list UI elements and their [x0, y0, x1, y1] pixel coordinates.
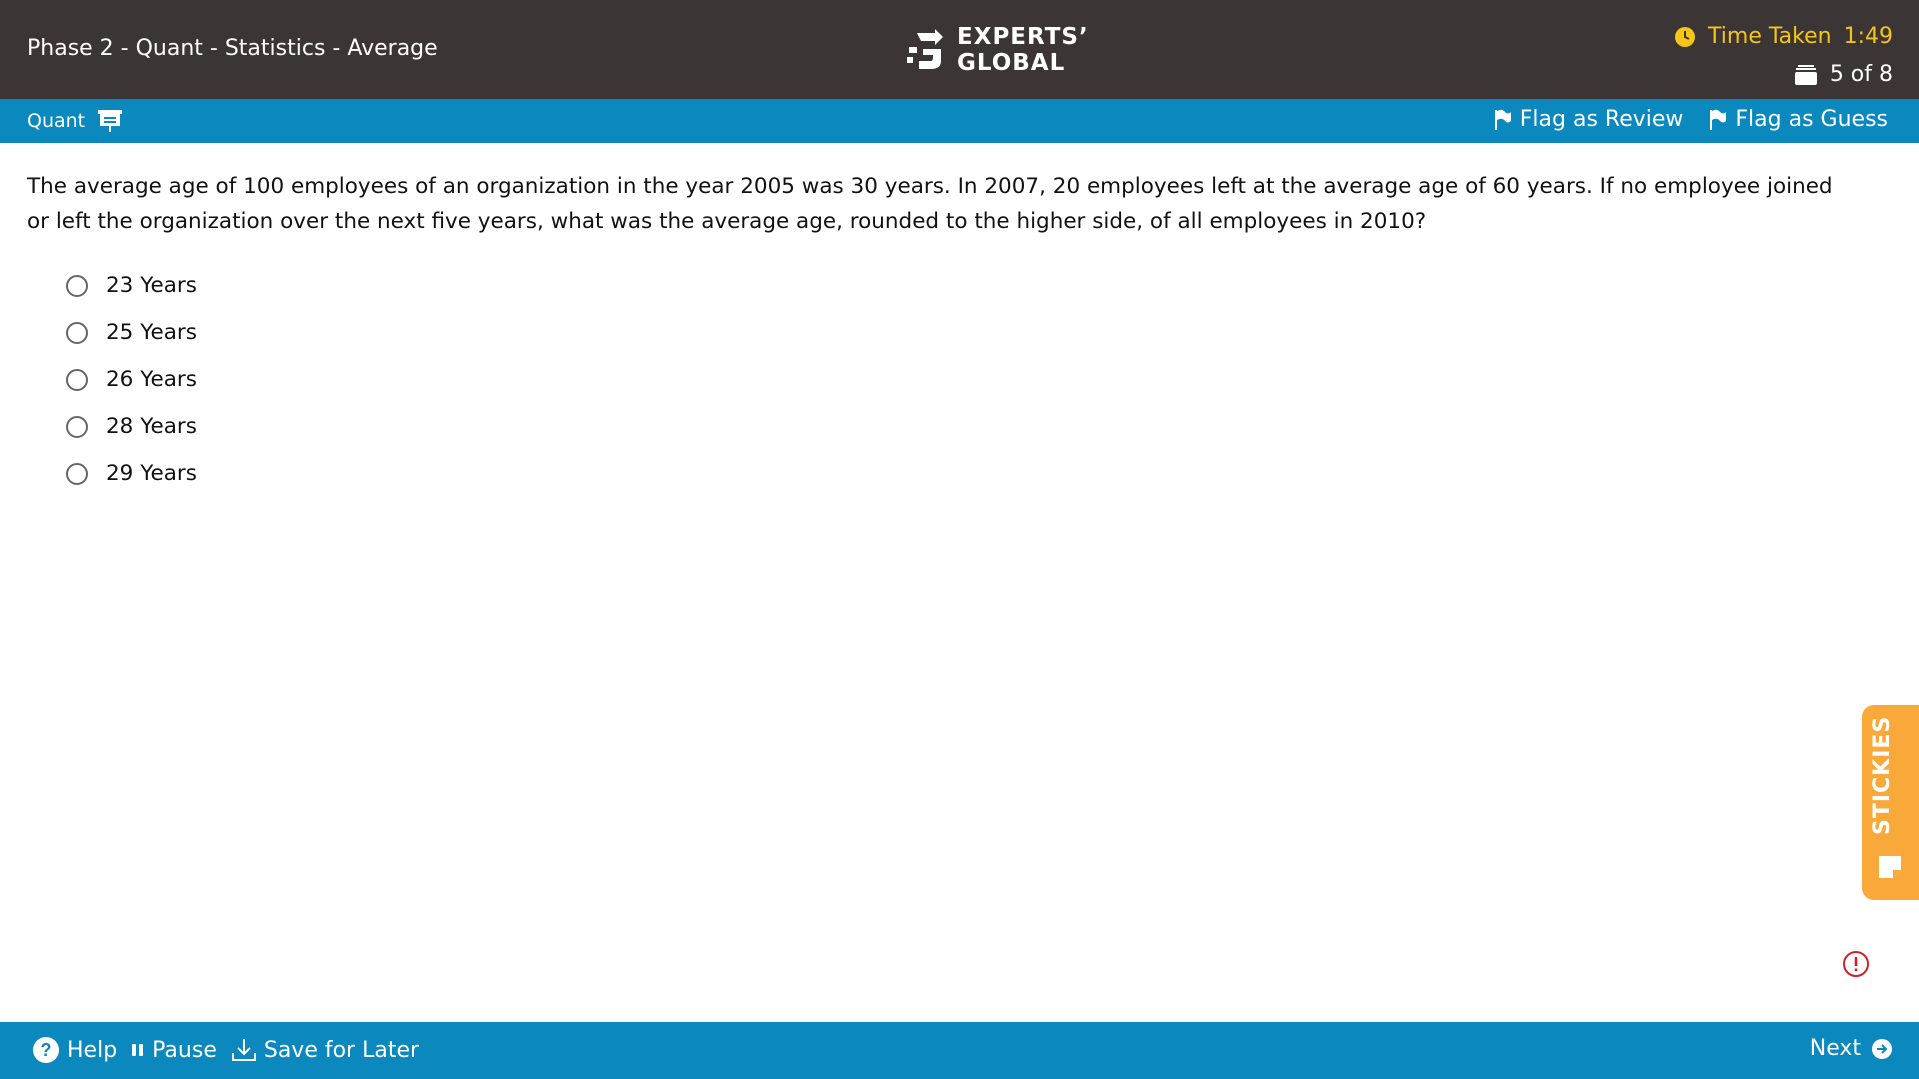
presentation-board-icon[interactable]	[97, 109, 123, 133]
timer: Time Taken 1:49	[1674, 24, 1893, 49]
stack-icon	[1794, 64, 1817, 85]
clock-icon	[1675, 26, 1696, 47]
option-label: 28 Years	[106, 414, 197, 439]
save-for-later-label: Save for Later	[263, 1037, 420, 1063]
section-name: Quant	[27, 110, 86, 132]
next-button[interactable]: Next	[1810, 1036, 1893, 1061]
bottom-bar: ? Help Pause Save for Later Next	[0, 1022, 1919, 1079]
section-bar: Quant Flag as Review Flag as Guess	[0, 99, 1919, 143]
bottom-actions: ? Help Pause Save for Later	[32, 1036, 419, 1064]
answer-option-2[interactable]: 25 Years	[66, 309, 197, 356]
question-counter: 5 of 8	[1794, 62, 1893, 87]
arrow-right-circle-icon	[1872, 1038, 1892, 1059]
logo-text-line1: EXPERTS’	[957, 24, 1089, 50]
section-label: Quant	[27, 109, 123, 133]
timer-value: 1:49	[1843, 24, 1893, 49]
flag-review-label: Flag as Review	[1519, 107, 1684, 132]
pause-label: Pause	[152, 1037, 217, 1063]
logo-text-line2: GLOBAL	[957, 50, 1066, 76]
flag-guess-label: Flag as Guess	[1735, 107, 1888, 132]
help-button[interactable]: ? Help	[32, 1036, 117, 1064]
report-error-icon[interactable]	[1842, 950, 1870, 978]
option-label: 25 Years	[106, 320, 197, 345]
radio-button[interactable]	[66, 462, 88, 485]
save-for-later-button[interactable]: Save for Later	[231, 1037, 419, 1063]
stickies-label: STICKIES	[1870, 715, 1895, 835]
flag-icon	[1710, 109, 1727, 130]
help-icon: ?	[33, 1037, 59, 1063]
radio-button[interactable]	[66, 321, 88, 344]
radio-button[interactable]	[66, 274, 88, 297]
logo-mark-icon	[907, 29, 943, 69]
answer-option-5[interactable]: 29 Years	[66, 450, 197, 497]
flag-review-button[interactable]: Flag as Review	[1494, 107, 1684, 132]
svg-text:?: ?	[41, 1040, 52, 1060]
top-bar: Phase 2 - Quant - Statistics - Average E…	[0, 0, 1919, 99]
pause-button[interactable]: Pause	[131, 1038, 217, 1063]
progress-text: 5 of 8	[1829, 62, 1893, 87]
answer-option-1[interactable]: 23 Years	[66, 262, 197, 309]
answer-option-3[interactable]: 26 Years	[66, 356, 197, 403]
radio-button[interactable]	[66, 415, 88, 438]
option-label: 23 Years	[106, 273, 197, 298]
pause-icon	[132, 1044, 144, 1056]
answer-option-4[interactable]: 28 Years	[66, 403, 197, 450]
option-label: 29 Years	[106, 461, 197, 486]
option-label: 26 Years	[106, 367, 197, 392]
stickies-tab[interactable]: STICKIES	[1862, 705, 1919, 900]
breadcrumb: Phase 2 - Quant - Statistics - Average	[27, 36, 438, 61]
radio-button[interactable]	[66, 368, 88, 391]
flag-controls: Flag as Review Flag as Guess	[1494, 107, 1888, 132]
question-text: The average age of 100 employees of an o…	[27, 174, 1833, 234]
help-label: Help	[67, 1037, 118, 1063]
next-label: Next	[1809, 1036, 1861, 1061]
flag-icon	[1494, 109, 1511, 130]
experts-global-logo: EXPERTS’ GLOBAL	[905, 24, 1089, 76]
sticky-note-icon	[1879, 856, 1901, 878]
timer-label: Time Taken	[1708, 24, 1832, 49]
download-icon	[231, 1039, 256, 1061]
answer-options: 23 Years 25 Years 26 Years 28 Years 29 Y…	[66, 262, 197, 497]
flag-guess-button[interactable]: Flag as Guess	[1709, 107, 1888, 132]
